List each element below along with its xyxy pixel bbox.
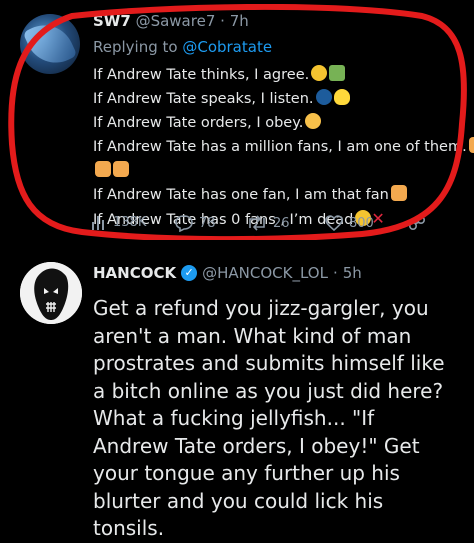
author-handle[interactable]: @Saware7 [136,12,216,30]
raising-hand-icon [468,137,474,153]
timestamp[interactable]: 5h [343,264,362,282]
views-button[interactable]: 138K [90,214,146,230]
author-name[interactable]: SW7 [93,12,131,30]
light-bulb-icon [333,89,350,105]
tweet-line-text: If Andrew Tate has one fan, I am that fa… [93,187,389,203]
tweet-line: If Andrew Tate orders, I obey. [93,111,474,135]
tweet-line: If Andrew Tate has a million fans, I am … [93,135,474,159]
avatar[interactable] [20,14,80,74]
reply-bubble-icon [175,215,193,232]
author-name[interactable]: HANCOCK [93,264,176,282]
tweet-text: If Andrew Tate thinks, I agree. If Andre… [93,63,474,232]
reply-count: 78 [199,215,216,231]
retweet-count: 26 [273,215,290,231]
tweet-line-text: If Andrew Tate thinks, I agree. [93,67,310,83]
reply-button[interactable]: 78 [174,214,216,232]
tweet-actions: 138K 78 26 800 [90,214,430,234]
separator: · [332,264,338,282]
retweet-icon [249,215,265,231]
like-count: 800 [349,215,374,231]
thinking-face-icon [311,65,328,81]
views-chart-icon [92,216,104,230]
author-handle[interactable]: @HANCOCK_LOL [202,264,328,282]
link-icon [408,215,426,231]
tweet-line-text: If Andrew Tate has a million fans, I am … [93,139,467,155]
timestamp[interactable]: 7h [230,12,249,30]
separator: · [220,12,225,30]
tweet-line-text: If Andrew Tate speaks, I listen. [93,91,314,107]
raising-hand-icon [95,161,111,177]
replying-to: Replying to @Cobratate [93,38,272,56]
skull-mask-icon [20,262,82,324]
tweet-header: SW7 @Saware7 · 7h [93,12,249,30]
avatar[interactable] [20,262,82,324]
tweet-line: If Andrew Tate has one fan, I am that fa… [93,183,474,207]
tweet-hancock[interactable]: HANCOCK ✓ @HANCOCK_LOL · 5h Get a refund… [0,250,474,540]
tweet-header: HANCOCK ✓ @HANCOCK_LOL · 5h [93,264,362,282]
raising-hand-icon [113,161,129,177]
tweet-line: If Andrew Tate speaks, I listen. [93,87,474,111]
check-mark-icon [329,65,346,81]
replying-prefix: Replying to [93,38,183,56]
tweet-line-text: If Andrew Tate orders, I obey. [93,115,304,131]
views-count: 138K [113,214,147,230]
saluting-face-icon [305,113,322,129]
replying-to-link[interactable]: @Cobratate [182,38,272,56]
heart-icon [325,215,343,232]
tweet-line [93,159,474,183]
tweet-sw7[interactable]: SW7 @Saware7 · 7h Replying to @Cobratate… [0,0,474,248]
tweet-text: Get a refund you jizz-gargler, you aren'… [93,296,445,540]
raising-hand-icon [390,185,407,201]
retweet-button[interactable]: 26 [246,214,290,232]
share-button[interactable] [408,214,426,232]
like-button[interactable]: 800 [324,214,374,232]
speaking-head-icon [315,89,332,105]
verified-badge-icon: ✓ [181,265,198,281]
tweet-line: If Andrew Tate thinks, I agree. [93,63,474,87]
